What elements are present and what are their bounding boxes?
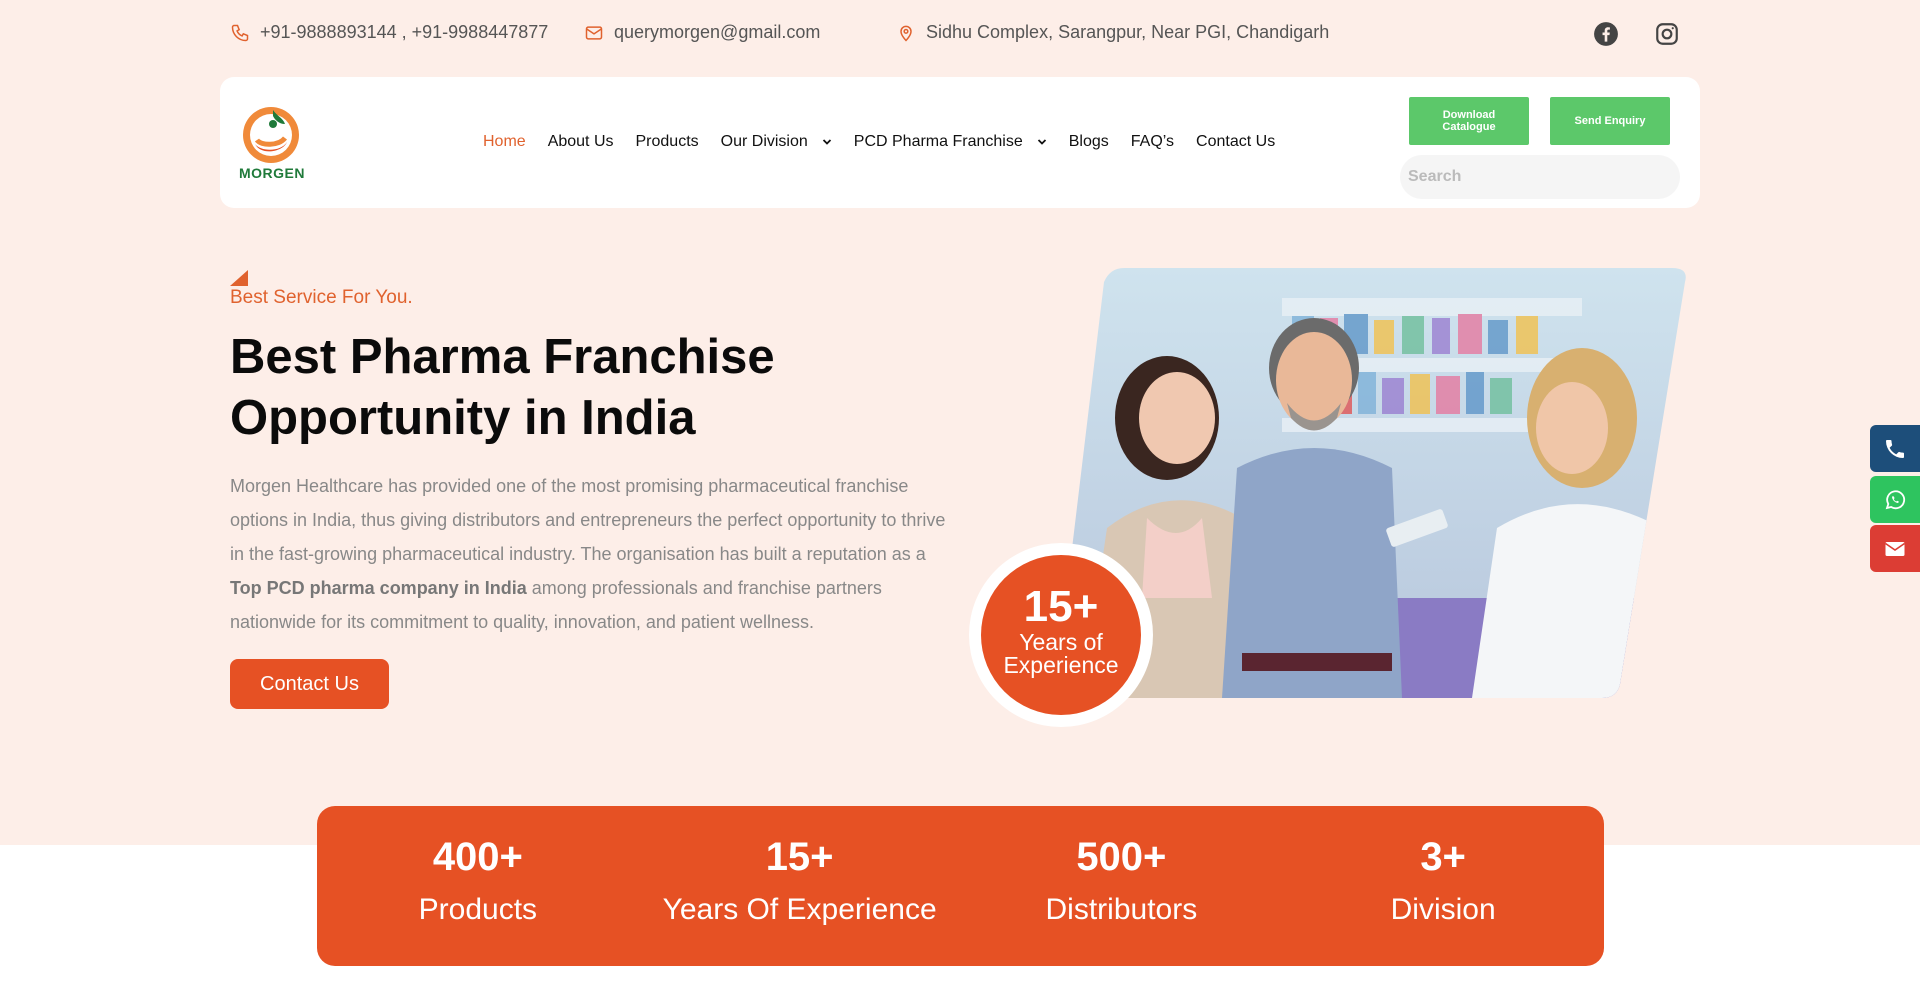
nav-blogs[interactable]: Blogs [1069,133,1109,151]
experience-badge: 15+ Years of Experience [969,543,1153,727]
main-nav: Home About Us Products Our Division PCD … [483,133,1297,151]
nav-contact-us-label: Contact Us [1196,133,1276,150]
experience-badge-number: 15+ [1023,582,1099,631]
phone-icon [1886,439,1904,458]
topbar-address-text: Sidhu Complex, Sarangpur, Near PGI, Chan… [926,22,1330,42]
nav-home-label: Home [483,133,526,150]
topbar-email-text: querymorgen@gmail.com [614,22,821,42]
nav-contact-us[interactable]: Contact Us [1196,133,1275,151]
phone-icon [231,24,249,41]
top-contact-bar: +91-9888893144 , +91-9988447877 querymor… [0,0,1920,68]
chevron-down-icon [1037,139,1046,145]
nav-faqs[interactable]: FAQ’s [1131,133,1174,151]
floating-email-button[interactable] [1870,525,1920,572]
experience-badge-label: Years of Experience [1003,629,1119,678]
main-header: MORGEN Home About Us Products Our Divisi… [220,77,1700,208]
chevron-down-icon [822,139,831,145]
nav-products-label: Products [635,133,699,150]
topbar-email[interactable]: querymorgen@gmail.com [584,22,820,43]
stat-value: 500+ [1076,835,1167,879]
stat-distributors: 500+ Distributors [961,806,1283,966]
floating-whatsapp-button[interactable] [1870,476,1920,523]
stat-value: 15+ [765,835,834,879]
nav-faqs-label: FAQ’s [1130,133,1175,150]
nav-about-us[interactable]: About Us [548,133,614,151]
download-catalogue-button[interactable]: Download Catalogue [1409,97,1529,145]
facebook-icon[interactable] [1593,21,1619,47]
topbar-phone-text: +91-9888893144 , +91-9988447877 [260,22,549,42]
whatsapp-icon [1885,489,1906,509]
hero-description: Morgen Healthcare has provided one of th… [230,469,950,639]
stats-banner: 400+ Products 15+ Years Of Experience 50… [317,806,1604,966]
envelope-icon [1885,541,1905,556]
stat-years-of-experience: 15+ Years Of Experience [639,806,961,966]
nav-our-division-label: Our Division [720,133,808,150]
stat-value: 400+ [432,835,523,879]
nav-pcd-label: PCD Pharma Franchise [853,133,1023,150]
hero-desc-bold: Top PCD pharma company in India [230,578,527,598]
search-input[interactable] [1400,155,1680,199]
logo-text: MORGEN [239,165,305,181]
stat-products: 400+ Products [317,806,639,966]
floating-call-button[interactable] [1870,425,1920,472]
stat-label: Division [1390,893,1496,926]
eyebrow-triangle-decoration [230,270,248,286]
hero-title: Best Pharma Franchise Opportunity in Ind… [230,330,775,445]
nav-products[interactable]: Products [636,133,699,151]
contact-us-button[interactable]: Contact Us [230,659,389,709]
nav-pcd-pharma-franchise[interactable]: PCD Pharma Franchise [854,133,1047,151]
mail-icon [585,25,603,40]
topbar-address: Sidhu Complex, Sarangpur, Near PGI, Chan… [896,22,1329,43]
nav-blogs-label: Blogs [1068,133,1109,150]
send-enquiry-button[interactable]: Send Enquiry [1550,97,1670,145]
nav-our-division[interactable]: Our Division [721,133,832,151]
hero-eyebrow: Best Service For You. [230,287,413,308]
nav-about-us-label: About Us [547,133,614,150]
stat-label: Distributors [1045,893,1198,926]
topbar-phone[interactable]: +91-9888893144 , +91-9988447877 [230,22,548,43]
stat-label: Products [418,893,538,926]
instagram-icon[interactable] [1654,21,1680,47]
experience-badge-inner: 15+ Years of Experience [981,555,1141,715]
nav-home[interactable]: Home [483,133,526,151]
location-icon [900,25,912,42]
stat-value: 3+ [1420,835,1466,879]
stat-label: Years Of Experience [662,893,937,926]
hero-desc-part1: Morgen Healthcare has provided one of th… [230,476,946,564]
stat-division: 3+ Division [1282,806,1604,966]
